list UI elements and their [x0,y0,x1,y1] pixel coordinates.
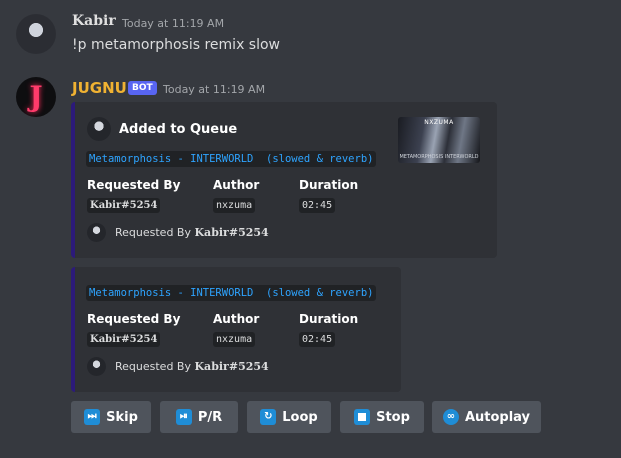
field-requested-by-value: Kabir#5254 [87,332,161,347]
footer-avatar [87,357,106,376]
footer-user: Kabir#5254 [194,360,269,373]
field-duration-label: Duration [299,312,359,326]
track-title[interactable]: Metamorphosis - INTERWORLD (slowed & rev… [86,151,377,167]
footer-user: Kabir#5254 [194,226,269,239]
pause-resume-button[interactable]: ⏯ P/R [160,401,238,433]
stop-button[interactable]: Stop [340,401,424,433]
skip-icon: ⏭ [84,409,101,425]
embed-title: Added to Queue [119,122,238,137]
pause-resume-button-label: P/R [197,409,223,425]
loop-icon: ↻ [260,409,277,425]
thumbnail-bottom-text: METAMORPHOSIS INTERWORLD [399,154,479,160]
field-duration-label: Duration [299,178,359,192]
field-author-label: Author [213,178,260,192]
track-thumbnail[interactable]: NXZUMA METAMORPHOSIS INTERWORLD [398,117,480,163]
autoplay-button[interactable]: ∞ Autoplay [432,401,541,433]
footer-prefix: Requested By [115,226,191,239]
field-requested-by-label: Requested By [87,178,181,192]
field-requested-by-label: Requested By [87,312,181,326]
track-title[interactable]: Metamorphosis - INTERWORLD (slowed & rev… [86,285,377,301]
footer-avatar [87,223,106,242]
skip-button-label: Skip [106,409,138,425]
embed-footer: Requested By Kabir#5254 [115,360,269,373]
field-author-label: Author [213,312,260,326]
embed-author-avatar [87,117,111,141]
user-avatar[interactable] [16,14,56,54]
stop-icon [354,409,371,425]
loop-button[interactable]: ↻ Loop [247,401,331,433]
field-duration-value: 02:45 [299,198,336,213]
autoplay-button-label: Autoplay [464,409,531,425]
user-name[interactable]: Kabir [72,13,116,29]
field-author-value: nxzuma [213,198,256,213]
bot-message-timestamp: Today at 11:19 AM [163,83,266,96]
bot-badge: BOT [128,81,157,95]
message-timestamp: Today at 11:19 AM [122,17,225,30]
field-requested-by-value: Kabir#5254 [87,198,161,213]
pause-resume-icon: ⏯ [175,409,192,425]
thumbnail-top-text: NXZUMA [424,119,454,126]
skip-button[interactable]: ⏭ Skip [71,401,151,433]
embed-footer: Requested By Kabir#5254 [115,226,269,239]
stop-button-label: Stop [376,409,410,425]
bot-avatar-letter: J [29,80,43,113]
bot-avatar[interactable]: J [16,77,56,117]
infinity-icon: ∞ [442,409,459,425]
field-duration-value: 02:45 [299,332,336,347]
loop-button-label: Loop [282,409,318,425]
message-text: !p metamorphosis remix slow [72,37,281,53]
bot-name[interactable]: JUGNU [72,79,127,97]
field-author-value: nxzuma [213,332,256,347]
footer-prefix: Requested By [115,360,191,373]
